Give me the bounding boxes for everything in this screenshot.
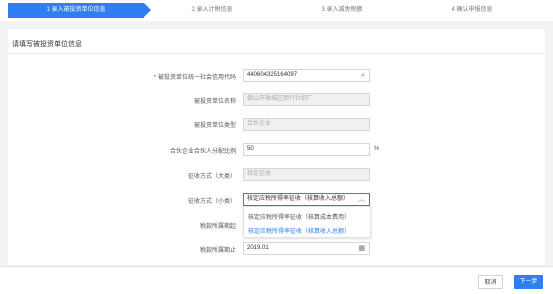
search-icon[interactable]: ⌕ xyxy=(361,70,365,81)
collect-big-label: 征收方式（大类） xyxy=(187,174,236,180)
next-step-button[interactable]: 下一步 xyxy=(514,275,543,289)
ratio-label: 合伙企业合伙人分配比例 xyxy=(169,149,236,155)
chevron-up-icon: ︿ xyxy=(358,196,365,203)
step-2: 2 录入计税信息 xyxy=(152,3,272,18)
step-1: 1 录入被投资单位信息 xyxy=(8,3,151,18)
collect-small-dropdown: 核定应税所得率征收（核算成本费用） 核定应税所得率征收（核算收入总额） xyxy=(243,206,371,238)
section-divider xyxy=(8,53,545,54)
collect-small-label: 征收方式（小类） xyxy=(187,199,236,205)
period-start-label: 税款所属期起 xyxy=(199,224,236,230)
dropdown-option[interactable]: 核定应税所得率征收（核算成本费用） xyxy=(248,212,350,221)
step-3: 3 录入减免税额 xyxy=(282,3,402,18)
ratio-input[interactable]: 50 xyxy=(243,143,370,156)
dropdown-option-selected[interactable]: 核定应税所得率征收（核算收入总额） xyxy=(248,226,350,235)
period-end-input[interactable]: 2019.01 ▦ xyxy=(243,242,370,255)
step-1-label: 1 录入被投资单位信息 xyxy=(46,7,106,13)
step-4: 4 确认申报信息 xyxy=(412,3,532,18)
credit-code-input[interactable]: 440604325164097 ⌕ xyxy=(243,69,370,82)
unit-name-field: 佛山市禅城区颜行针织厂 xyxy=(243,93,370,106)
unit-type-label: 被投资单位类型 xyxy=(193,123,236,129)
unit-name-label: 被投资单位名称 xyxy=(193,99,236,105)
collect-small-select[interactable]: 核定应税所得率征收（核算收入总额） ︿ xyxy=(243,193,370,206)
unit-type-field: 合伙企业 xyxy=(243,118,370,131)
period-end-label: 税款所属期止 xyxy=(199,248,236,254)
step-2-label: 2 录入计税信息 xyxy=(191,7,233,13)
calendar-icon[interactable]: ▦ xyxy=(358,243,365,254)
credit-code-label: * 被投资单位统一社会信用代码 xyxy=(153,75,236,81)
section-title: 请填写被投资单位信息 xyxy=(12,41,82,48)
step-3-label: 3 录入减免税额 xyxy=(321,7,363,13)
cancel-button[interactable]: 取消 xyxy=(478,275,503,289)
collect-big-field: 核定征收 xyxy=(243,168,370,181)
steps-bar: 1 录入被投资单位信息 2 录入计税信息 3 录入减免税额 4 确认申报信息 xyxy=(0,0,553,21)
percent-suffix: % xyxy=(374,146,380,152)
step-1-arrow xyxy=(144,3,151,17)
footer-bar: 取消 下一步 xyxy=(0,266,553,294)
required-marker: * xyxy=(153,75,156,81)
step-4-label: 4 确认申报信息 xyxy=(451,7,493,13)
